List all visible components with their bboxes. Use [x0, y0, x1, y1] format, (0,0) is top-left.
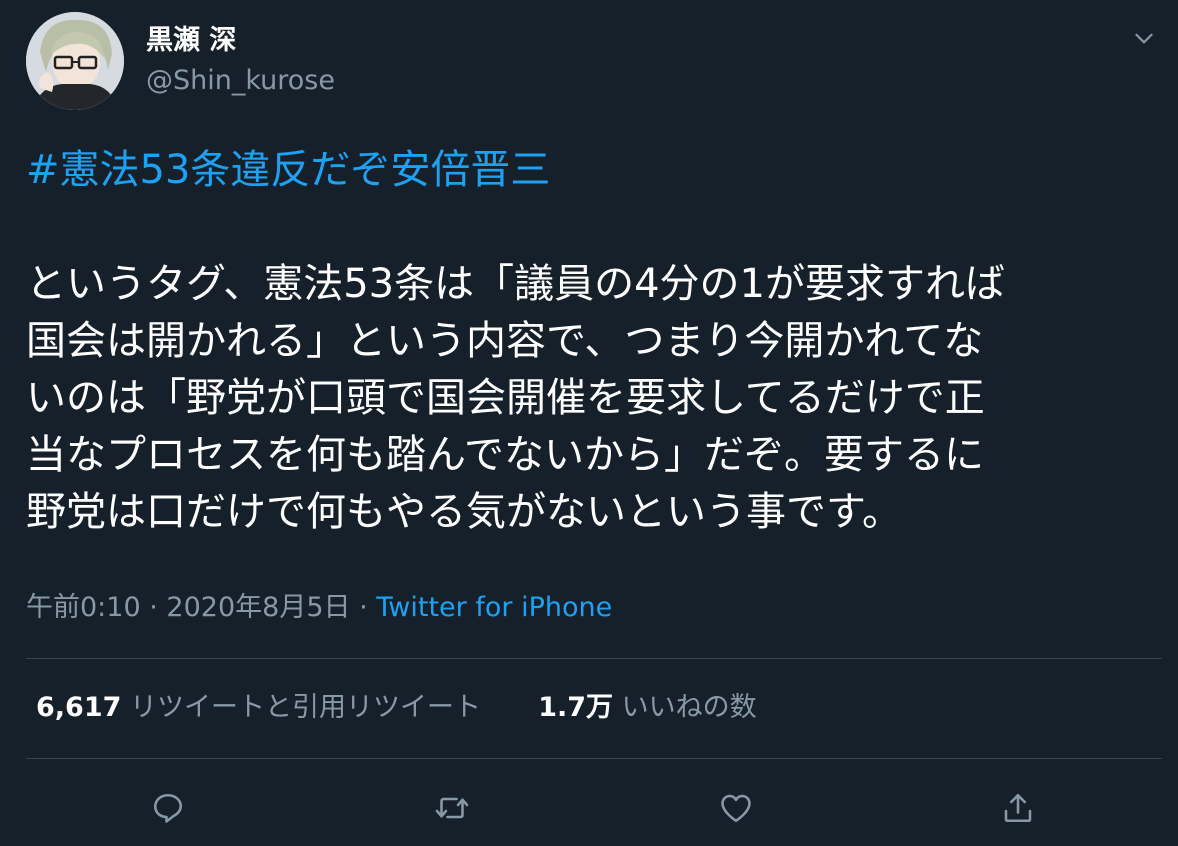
reply-icon [153, 793, 183, 823]
share-button[interactable] [996, 786, 1040, 830]
tweet-text-line: いのは「野党が口頭で国会開催を要求してるだけで正 [26, 375, 985, 421]
divider [26, 758, 1162, 759]
retweet-button[interactable] [430, 786, 474, 830]
tweet-text-line: というタグ、憲法53条は「議員の4分の1が要求すれば [26, 261, 1005, 307]
retweets-stat[interactable]: 6,617 リツイートと引用リツイート [36, 692, 490, 723]
tweet-stats: 6,617 リツイートと引用リツイート 1.7万 いいねの数 [36, 690, 757, 726]
tweet-text-line: 国会は開かれる」という内容で、つまり今開かれてな [26, 318, 984, 364]
reply-button[interactable] [146, 786, 190, 830]
hashtag-link[interactable]: #憲法53条違反だぞ安倍晋三 [26, 142, 1156, 199]
tweet-text-line: 当なプロセスを何も踏んでないから」だぞ。要するに [26, 432, 984, 478]
meta-separator: · [359, 592, 368, 623]
avatar[interactable] [26, 12, 124, 110]
more-options-button[interactable] [1128, 22, 1160, 54]
likes-stat[interactable]: 1.7万 いいねの数 [530, 692, 757, 723]
heart-icon [721, 794, 751, 823]
retweet-icon [435, 797, 469, 819]
meta-separator: · [149, 592, 158, 623]
tweet-detail: 黒瀬 深 @Shin_kurose #憲法53条違反だぞ安倍晋三 というタグ、憲… [0, 0, 1178, 846]
tweet-time[interactable]: 午前0:10 [26, 592, 141, 623]
chevron-down-icon [1135, 33, 1153, 44]
retweets-count: 6,617 [36, 692, 122, 723]
display-name[interactable]: 黒瀬 深 [146, 24, 236, 58]
retweets-label: リツイートと引用リツイート [130, 692, 481, 723]
tweet-source-link[interactable]: Twitter for iPhone [376, 592, 612, 623]
likes-count: 1.7万 [538, 692, 614, 723]
divider [26, 658, 1162, 659]
tweet-date[interactable]: 2020年8月5日 [166, 592, 350, 623]
tweet-text-line: 野党は口だけで何もやる気がないという事です。 [26, 489, 902, 535]
share-icon [1004, 793, 1032, 823]
like-button[interactable] [714, 786, 758, 830]
likes-label: いいねの数 [621, 692, 757, 723]
tweet-text: #憲法53条違反だぞ安倍晋三 というタグ、憲法53条は「議員の4分の1が要求すれ… [26, 142, 1156, 541]
avatar-illustration [26, 12, 124, 110]
tweet-metadata: 午前0:10 · 2020年8月5日 · Twitter for iPhone [26, 590, 612, 626]
user-handle[interactable]: @Shin_kurose [146, 64, 335, 98]
